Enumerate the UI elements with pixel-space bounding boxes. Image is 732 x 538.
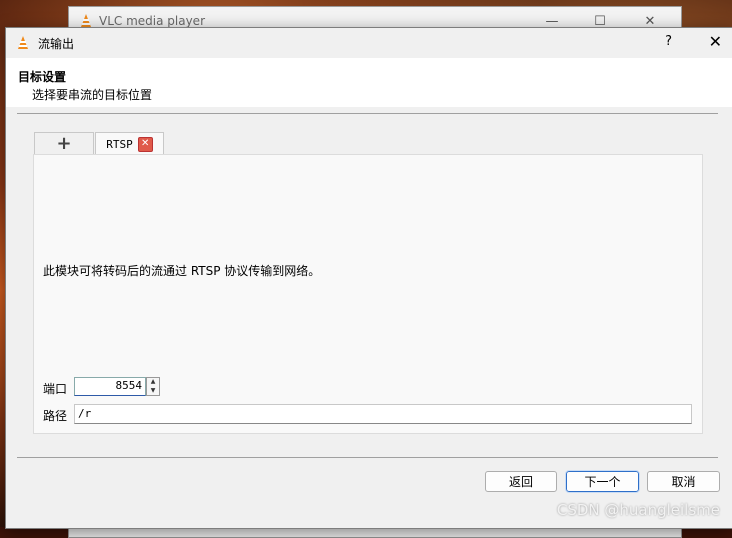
page-subtitle: 选择要串流的目标位置 [32,88,153,102]
tab-rtsp-label: RTSP [106,137,133,151]
vlc-cone-icon [18,36,28,49]
path-input[interactable]: /r [74,404,692,424]
close-icon[interactable]: ✕ [709,32,722,51]
next-button[interactable]: 下一个 [565,470,640,493]
port-input[interactable]: 8554 [74,377,146,396]
spin-up-icon[interactable]: ▲ [147,378,159,387]
footer-divider [17,457,718,458]
back-button[interactable]: 返回 [485,471,557,492]
path-label: 路径 [43,409,68,423]
page-title: 目标设置 [18,70,67,84]
dialog-title: 流输出 [38,36,75,51]
cancel-button[interactable]: 取消 [647,471,720,492]
header-divider [17,113,718,114]
spin-down-icon[interactable]: ▼ [147,387,159,396]
port-label: 端口 [43,382,68,396]
watermark: CSDN @huangleilsme [556,501,720,519]
dialog-header: 目标设置 选择要串流的目标位置 [6,58,732,108]
rtsp-settings-panel: 此模块可将转码后的流通过 RTSP 协议传输到网络。 端口 8554 ▲ ▼ 路… [33,154,703,434]
close-tab-icon[interactable]: ✕ [137,136,153,152]
help-button[interactable]: ? [665,34,672,49]
port-stepper[interactable]: ▲ ▼ [146,377,160,396]
module-description: 此模块可将转码后的流通过 RTSP 协议传输到网络。 [43,264,321,278]
stream-output-dialog: 流输出 ? ✕ 目标设置 选择要串流的目标位置 + RTSP ✕ 此模块可将转码… [5,27,732,529]
port-spinbox: 8554 ▲ ▼ [74,377,164,396]
tab-rtsp[interactable]: RTSP ✕ [95,132,164,155]
vlc-cone-icon [81,14,91,27]
add-destination-tab[interactable]: + [34,132,94,154]
vlc-window-title: VLC media player [99,14,206,28]
dialog-titlebar: 流输出 [6,28,732,58]
destination-tabs: + RTSP ✕ [34,132,164,155]
